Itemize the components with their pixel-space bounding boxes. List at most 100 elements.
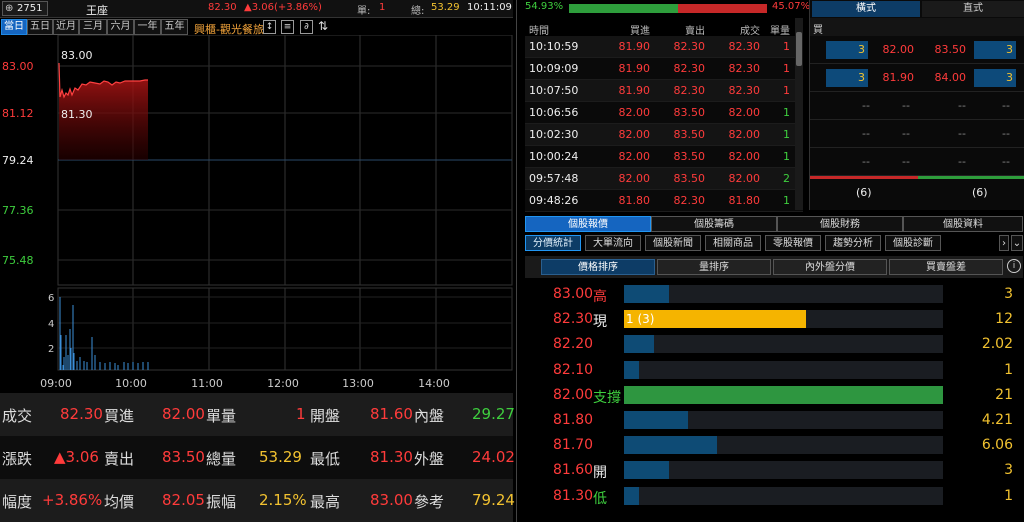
sort-bid-ask-diff[interactable]: 買賣盤差: [889, 259, 1003, 275]
price-level-row[interactable]: 83.00 高 3: [517, 282, 1024, 307]
tick-row[interactable]: 09:48:26 81.80 82.30 81.80 1: [525, 190, 803, 212]
sort-arrows-icon[interactable]: ⇅: [318, 19, 328, 33]
order-book: 橫式 直式 買 3 82.00 83.50 3 3 81.90 84.00 3 -- -- -- --…: [809, 0, 1024, 210]
stat-label: 幅度: [2, 493, 33, 511]
buy-strength-bar: [810, 176, 918, 179]
tab-stock-chips[interactable]: 個股籌碼: [651, 216, 777, 232]
tab-big-order-flow[interactable]: 大單流向: [585, 235, 641, 251]
tab-stock-quote[interactable]: 個股報價: [525, 216, 651, 232]
level-price: 82.00: [553, 386, 594, 403]
volume-tick-label: 6: [48, 293, 54, 304]
buy-total: (6): [856, 186, 872, 199]
level-tag: 低: [593, 490, 607, 507]
ask-qty: --: [1002, 155, 1010, 168]
layers-icon[interactable]: ≡: [281, 20, 294, 34]
level-volume: 3: [1004, 286, 1013, 302]
level-track: 1 (3): [624, 310, 943, 329]
stats-row-2: 漲跌 ▲3.06 賣出 83.50 總量 53.29 最低 81.30 外盤 2…: [0, 436, 515, 479]
level-volume-bar: [624, 461, 669, 480]
indicator-icon[interactable]: ∂: [300, 20, 313, 34]
level-price: 83.00: [553, 286, 594, 302]
tab-stock-news[interactable]: 個股新聞: [645, 235, 701, 251]
tick-row[interactable]: 09:57:48 82.00 83.50 82.00 2: [525, 168, 803, 190]
tab-vertical[interactable]: 直式: [922, 1, 1024, 17]
tick-ask: 82.30: [673, 40, 706, 53]
tick-row[interactable]: 10:07:50 81.90 82.30 82.30 1: [525, 80, 803, 102]
tab-stock-finance[interactable]: 個股財務: [777, 216, 903, 232]
tick-bid: 81.90: [618, 84, 651, 97]
stat-value: ▲3.06: [54, 448, 99, 466]
stock-code-input[interactable]: ⊕ 2751: [2, 1, 48, 16]
period-tab-6month[interactable]: 六月: [107, 19, 134, 35]
ask-qty: 3: [974, 69, 1016, 87]
sort-volume[interactable]: 量排序: [657, 259, 771, 275]
book-row: 3 81.90 84.00 3: [810, 64, 1024, 92]
tick-row[interactable]: 10:09:09 81.90 82.30 82.30 1: [525, 58, 803, 80]
tick-volume: 1: [783, 84, 790, 97]
bid-price: 82.00: [882, 43, 915, 56]
stat-label: 賣出: [104, 450, 135, 468]
level-track: [624, 335, 943, 354]
intraday-chart[interactable]: 09:00 10:00 11:00 12:00 13:00 14:00 83.00 81.12…: [0, 35, 513, 395]
tick-ask: 83.50: [673, 128, 706, 141]
period-tab-5year[interactable]: 五年: [161, 19, 188, 35]
unit-volume: 1: [379, 2, 386, 13]
stat-label: 最高: [310, 493, 341, 511]
tab-stock-info[interactable]: 個股資料: [903, 216, 1023, 232]
sort-inner-outer[interactable]: 內外盤分價: [773, 259, 887, 275]
level-volume-bar: [624, 360, 640, 379]
level-volume-bar: [624, 285, 669, 303]
scroll-thumb[interactable]: [796, 32, 802, 66]
stat-label: 開盤: [310, 407, 341, 425]
tick-volume: 1: [783, 150, 790, 163]
tick-row[interactable]: 10:06:56 82.00 83.50 82.00 1: [525, 102, 803, 124]
total-volume: 53.29: [431, 2, 460, 13]
sort-price[interactable]: 價格排序: [541, 259, 655, 275]
stat-value: +3.86%: [42, 491, 103, 509]
tick-bid: 82.00: [618, 128, 651, 141]
tick-row[interactable]: 10:10:59 81.90 82.30 82.30 1: [525, 36, 803, 58]
tab-diagnosis[interactable]: 個股診斷: [885, 235, 941, 251]
tick-header: 時間 買進 賣出 成交 單量: [525, 18, 803, 37]
x-tick-label: 13:00: [342, 377, 374, 390]
price-level-row[interactable]: 81.60 開 3: [517, 458, 1024, 483]
stat-value: 81.30: [370, 448, 413, 466]
period-tab-today[interactable]: 當日: [1, 19, 27, 35]
tick-row[interactable]: 10:00:24 82.00 83.50 82.00 1: [525, 146, 803, 168]
info-icon[interactable]: i: [1007, 259, 1021, 273]
tick-volume: 1: [783, 40, 790, 53]
price-level-row[interactable]: 81.80 4.21: [517, 408, 1024, 433]
period-tab-5day[interactable]: 五日: [27, 19, 53, 35]
price-level-row[interactable]: 82.10 1: [517, 358, 1024, 383]
level-volume: 1: [1004, 361, 1013, 378]
tick-row[interactable]: 10:02:30 82.00 83.50 82.00 1: [525, 124, 803, 146]
chevron-down-icon[interactable]: ⌄: [1011, 235, 1023, 251]
price-level-row[interactable]: 82.20 2.02: [517, 332, 1024, 357]
price-level-row[interactable]: 81.30 低 1: [517, 484, 1024, 509]
tick-ask: 82.30: [673, 84, 706, 97]
tab-related[interactable]: 相關商品: [705, 235, 761, 251]
ratio-track: [569, 4, 767, 13]
period-tab-month[interactable]: 近月: [53, 19, 79, 35]
tab-odd-lot[interactable]: 零股報價: [765, 235, 821, 251]
tab-price-stats[interactable]: 分價統計: [525, 235, 581, 251]
x-tick-label: 09:00: [40, 377, 72, 390]
tick-volume: 1: [783, 106, 790, 119]
tick-deal: 82.30: [728, 62, 761, 75]
level-price: 82.10: [553, 361, 594, 378]
chevron-right-icon[interactable]: ›: [999, 235, 1009, 251]
price-level-row[interactable]: 81.70 6.06: [517, 433, 1024, 458]
tab-horizontal[interactable]: 橫式: [812, 1, 920, 17]
level-track: [624, 360, 943, 379]
tick-volume: 1: [783, 194, 790, 207]
tick-scrollbar[interactable]: [795, 18, 803, 210]
period-tab-1year[interactable]: 一年: [134, 19, 161, 35]
tick-bid: 82.00: [618, 172, 651, 185]
price-level-row[interactable]: 82.30 現 1 (3) 12: [517, 307, 1024, 332]
book-row: -- -- -- --: [810, 120, 1024, 148]
tick-bid: 82.00: [618, 106, 651, 119]
tab-trend-analysis[interactable]: 趨勢分析: [825, 235, 881, 251]
expand-icon[interactable]: ↕: [263, 20, 276, 34]
price-level-row[interactable]: 82.00 支撐 21: [517, 383, 1024, 408]
period-tab-3month[interactable]: 三月: [79, 19, 107, 35]
